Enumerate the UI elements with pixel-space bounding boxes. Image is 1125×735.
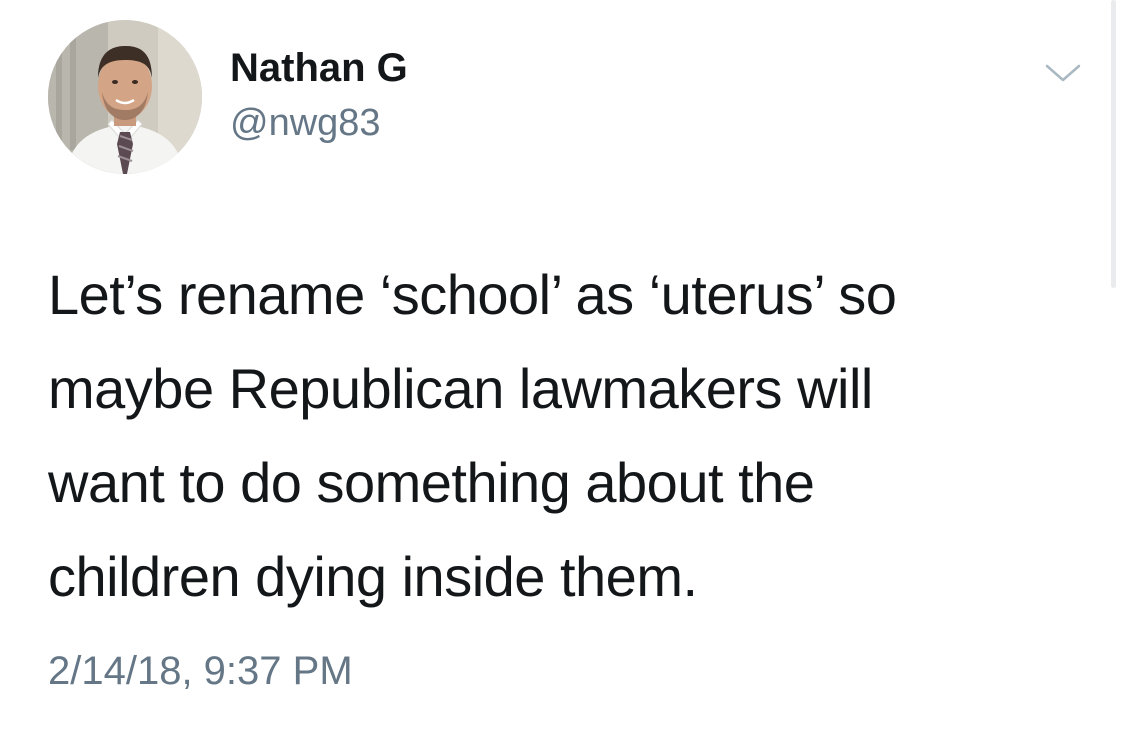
- user-handle[interactable]: @nwg83: [230, 100, 381, 146]
- tweet-text-line: want to do something about the: [48, 451, 815, 514]
- profile-photo: [48, 20, 202, 174]
- tweet-text: Let’s rename ‘school’ as ‘uterus’ so may…: [48, 248, 1088, 624]
- tweet-text-line: Let’s rename ‘school’ as ‘uterus’ so: [48, 263, 897, 326]
- avatar[interactable]: [48, 20, 202, 174]
- display-name[interactable]: Nathan G: [230, 44, 408, 92]
- tweet-timestamp[interactable]: 2/14/18, 9:37 PM: [48, 646, 353, 696]
- tweet-card: Nathan G @nwg83 Let’s rename ‘school’ as…: [0, 0, 1125, 735]
- tweet-text-line: maybe Republican lawmakers will: [48, 357, 873, 420]
- scrollbar[interactable]: [1111, 0, 1116, 288]
- tweet-text-line: children dying inside them.: [48, 545, 698, 608]
- chevron-down-icon[interactable]: [1043, 58, 1083, 88]
